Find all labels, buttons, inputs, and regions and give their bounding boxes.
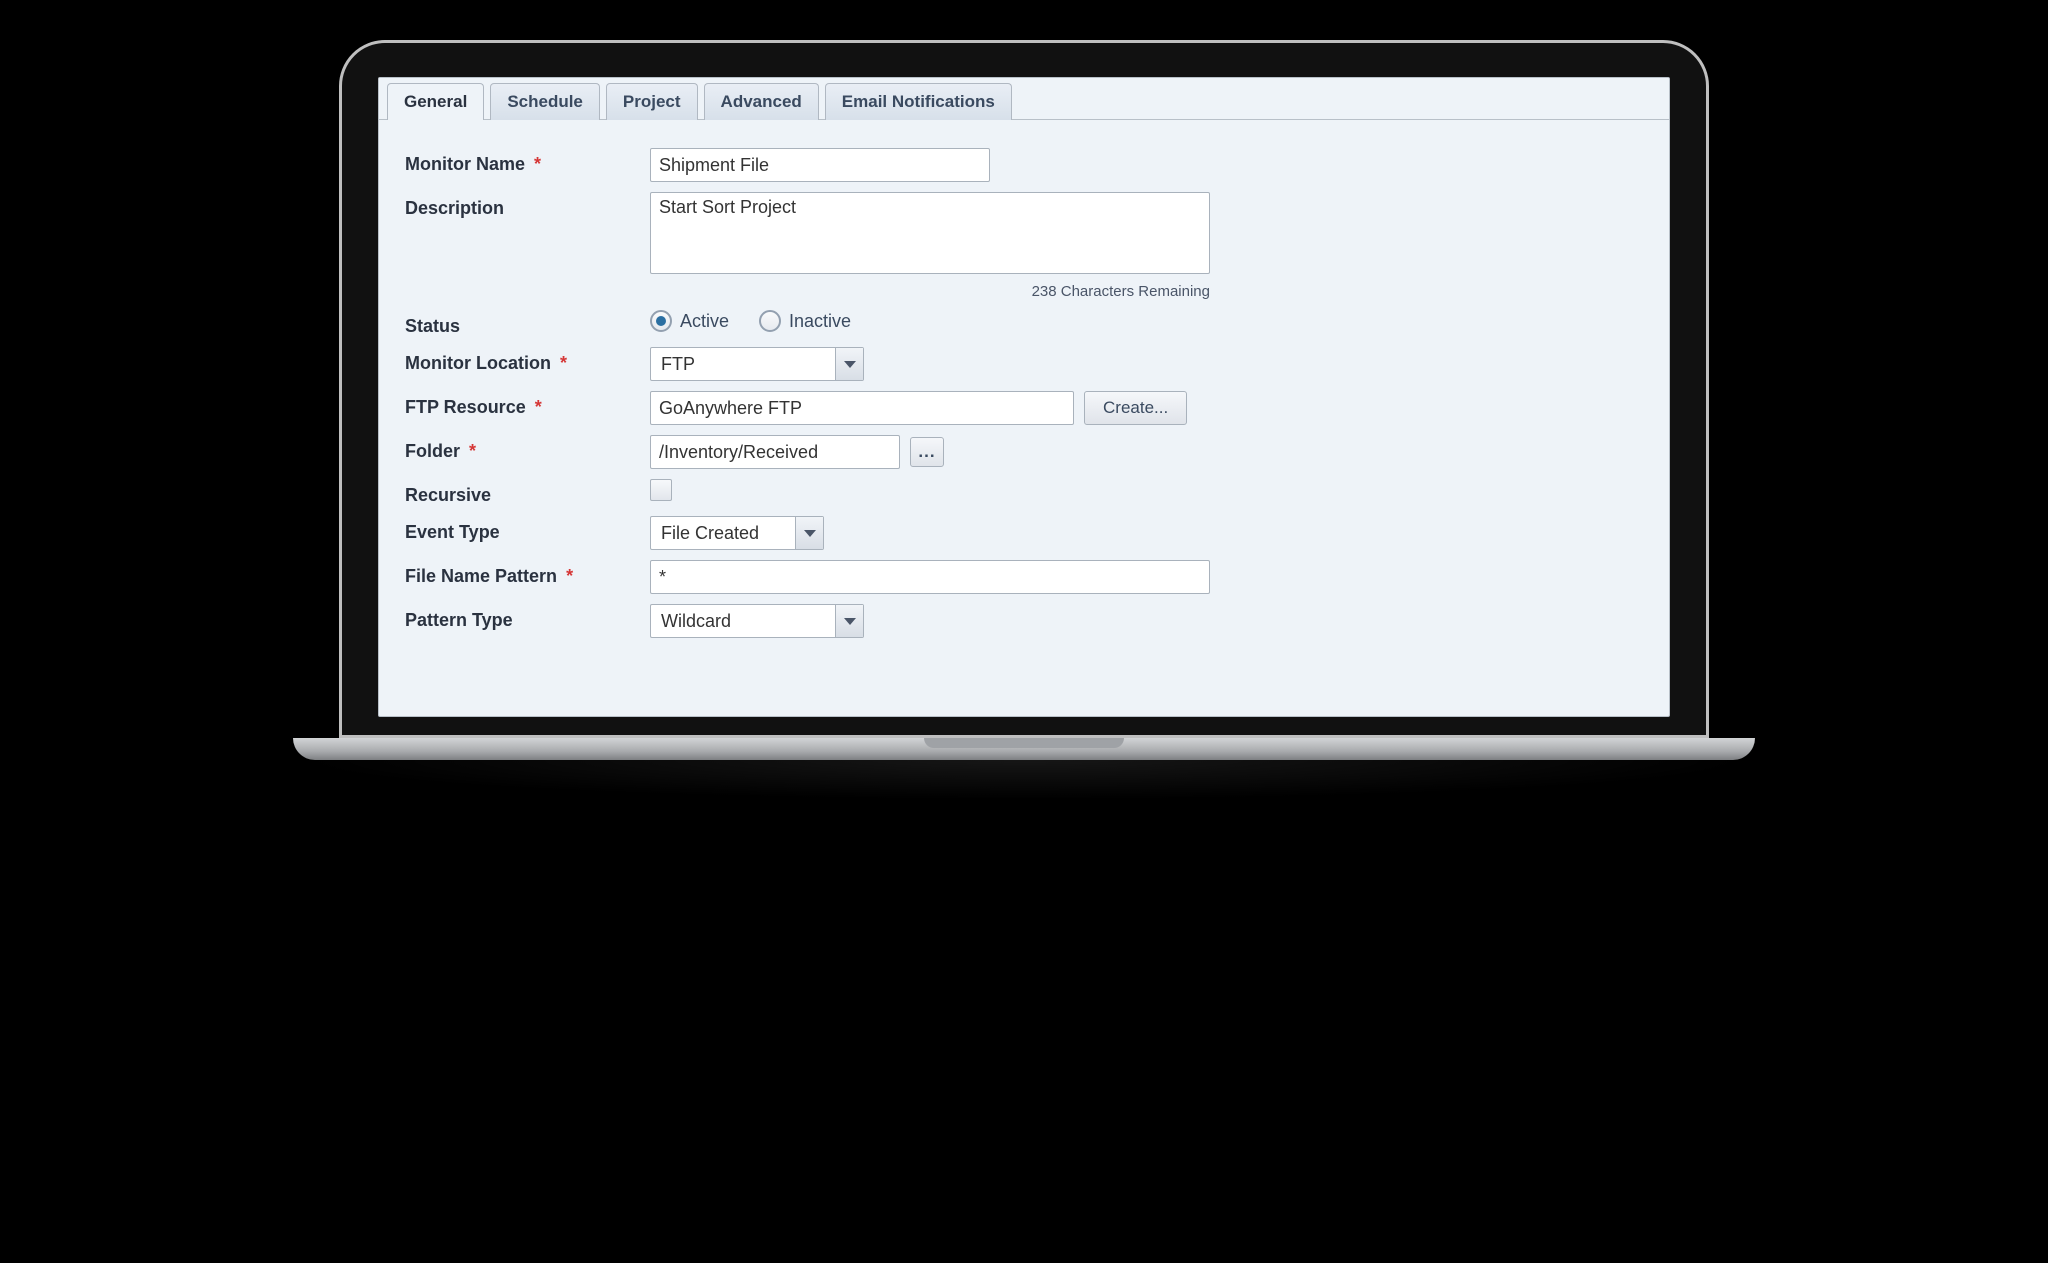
label-pattern-type: Pattern Type bbox=[405, 604, 650, 631]
event-type-select[interactable]: File Created bbox=[650, 516, 824, 550]
radio-label: Active bbox=[680, 311, 729, 332]
laptop-base bbox=[293, 738, 1755, 760]
row-file-name-pattern: File Name Pattern * bbox=[405, 560, 1643, 594]
radio-icon bbox=[759, 310, 781, 332]
laptop-bezel: General Schedule Project Advanced Email … bbox=[339, 40, 1709, 738]
label-ftp-resource: FTP Resource * bbox=[405, 391, 650, 418]
row-pattern-type: Pattern Type Wildcard bbox=[405, 604, 1643, 638]
required-marker: * bbox=[534, 154, 541, 174]
label-text: Event Type bbox=[405, 522, 500, 542]
required-marker: * bbox=[566, 566, 573, 586]
label-monitor-location: Monitor Location * bbox=[405, 347, 650, 374]
label-file-name-pattern: File Name Pattern * bbox=[405, 560, 650, 587]
label-text: Monitor Location bbox=[405, 353, 551, 373]
description-char-remaining: 238 Characters Remaining bbox=[650, 283, 1210, 300]
pattern-type-select[interactable]: Wildcard bbox=[650, 604, 864, 638]
ftp-resource-group: Create... bbox=[650, 391, 1187, 425]
row-ftp-resource: FTP Resource * Create... bbox=[405, 391, 1643, 425]
radio-icon bbox=[650, 310, 672, 332]
label-text: Folder bbox=[405, 441, 460, 461]
chevron-down-icon bbox=[804, 530, 816, 537]
description-wrap: Start Sort Project 238 Characters Remain… bbox=[650, 192, 1210, 300]
tab-email-notifications[interactable]: Email Notifications bbox=[825, 83, 1012, 120]
chevron-down-icon bbox=[844, 361, 856, 368]
label-folder: Folder * bbox=[405, 435, 650, 462]
row-status: Status Active Inactive bbox=[405, 310, 1643, 337]
label-monitor-name: Monitor Name * bbox=[405, 148, 650, 175]
tab-bar: General Schedule Project Advanced Email … bbox=[379, 78, 1669, 120]
chevron-down-icon bbox=[844, 618, 856, 625]
label-event-type: Event Type bbox=[405, 516, 650, 543]
select-dropdown-button[interactable] bbox=[835, 348, 863, 380]
create-resource-button[interactable]: Create... bbox=[1084, 391, 1187, 425]
laptop-frame: General Schedule Project Advanced Email … bbox=[339, 40, 1709, 800]
select-dropdown-button[interactable] bbox=[835, 605, 863, 637]
select-value: FTP bbox=[651, 348, 835, 380]
folder-group: ... bbox=[650, 435, 944, 469]
general-form: Monitor Name * Description Start Sort Pr… bbox=[379, 120, 1669, 668]
ellipsis-icon: ... bbox=[918, 442, 935, 462]
select-value: Wildcard bbox=[651, 605, 835, 637]
row-folder: Folder * ... bbox=[405, 435, 1643, 469]
tab-general[interactable]: General bbox=[387, 83, 484, 120]
label-text: Status bbox=[405, 316, 460, 336]
radio-label: Inactive bbox=[789, 311, 851, 332]
select-value: File Created bbox=[651, 517, 795, 549]
button-label: Create... bbox=[1103, 398, 1168, 418]
label-text: FTP Resource bbox=[405, 397, 526, 417]
recursive-checkbox[interactable] bbox=[650, 479, 672, 501]
required-marker: * bbox=[535, 397, 542, 417]
label-text: Monitor Name bbox=[405, 154, 525, 174]
required-marker: * bbox=[469, 441, 476, 461]
row-monitor-location: Monitor Location * FTP bbox=[405, 347, 1643, 381]
label-status: Status bbox=[405, 310, 650, 337]
row-monitor-name: Monitor Name * bbox=[405, 148, 1643, 182]
tab-label: General bbox=[404, 92, 467, 111]
label-text: Pattern Type bbox=[405, 610, 513, 630]
status-radio-group: Active Inactive bbox=[650, 310, 871, 332]
tab-schedule[interactable]: Schedule bbox=[490, 83, 600, 120]
tab-project[interactable]: Project bbox=[606, 83, 698, 120]
required-marker: * bbox=[560, 353, 567, 373]
select-dropdown-button[interactable] bbox=[795, 517, 823, 549]
label-description: Description bbox=[405, 192, 650, 219]
row-event-type: Event Type File Created bbox=[405, 516, 1643, 550]
tab-label: Project bbox=[623, 92, 681, 111]
ftp-resource-input[interactable] bbox=[650, 391, 1074, 425]
label-recursive: Recursive bbox=[405, 479, 650, 506]
label-text: Recursive bbox=[405, 485, 491, 505]
label-text: Description bbox=[405, 198, 504, 218]
label-text: File Name Pattern bbox=[405, 566, 557, 586]
tab-label: Email Notifications bbox=[842, 92, 995, 111]
laptop-shadow bbox=[293, 760, 1755, 800]
browse-folder-button[interactable]: ... bbox=[910, 437, 944, 467]
monitor-name-input[interactable] bbox=[650, 148, 990, 182]
description-input[interactable]: Start Sort Project bbox=[650, 192, 1210, 274]
tab-advanced[interactable]: Advanced bbox=[704, 83, 819, 120]
row-description: Description Start Sort Project 238 Chara… bbox=[405, 192, 1643, 300]
folder-input[interactable] bbox=[650, 435, 900, 469]
app-screen: General Schedule Project Advanced Email … bbox=[378, 77, 1670, 717]
tab-label: Advanced bbox=[721, 92, 802, 111]
monitor-location-select[interactable]: FTP bbox=[650, 347, 864, 381]
tab-label: Schedule bbox=[507, 92, 583, 111]
row-recursive: Recursive bbox=[405, 479, 1643, 506]
status-active-radio[interactable]: Active bbox=[650, 310, 729, 332]
status-inactive-radio[interactable]: Inactive bbox=[759, 310, 851, 332]
laptop-notch bbox=[924, 738, 1124, 748]
file-name-pattern-input[interactable] bbox=[650, 560, 1210, 594]
